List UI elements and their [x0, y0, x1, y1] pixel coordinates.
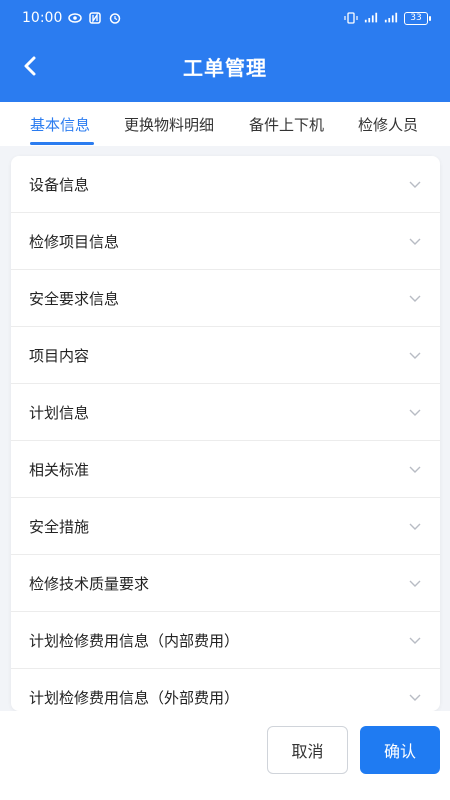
tab-label: 基本信息: [30, 115, 91, 134]
chevron-down-icon: [409, 523, 421, 530]
section-project-info[interactable]: 检修项目信息: [11, 213, 440, 270]
section-project-content[interactable]: 项目内容: [11, 327, 440, 384]
section-label: 设备信息: [29, 175, 90, 194]
cancel-button[interactable]: 取消: [267, 726, 348, 774]
signal-icon-2: [384, 12, 398, 23]
section-quality-requirements[interactable]: 检修技术质量要求: [11, 555, 440, 612]
tab-label: 检修人员: [358, 115, 419, 134]
chevron-down-icon: [409, 238, 421, 245]
section-label: 检修技术质量要求: [29, 574, 150, 593]
section-external-costs[interactable]: 计划检修费用信息（外部费用）: [11, 669, 440, 711]
section-label: 相关标准: [29, 460, 90, 479]
status-bar: 10:00 33: [0, 0, 450, 36]
section-equipment-info[interactable]: 设备信息: [11, 156, 440, 213]
section-safety-requirements[interactable]: 安全要求信息: [11, 270, 440, 327]
section-plan-info[interactable]: 计划信息: [11, 384, 440, 441]
status-time: 10:00: [22, 10, 63, 26]
tab-label: 更换物料明细: [124, 115, 215, 134]
action-footer: 取消 确认: [0, 711, 450, 800]
battery-icon: 33: [404, 11, 431, 25]
alarm-icon: [110, 13, 121, 24]
status-left: 10:00: [22, 10, 122, 26]
section-label: 安全措施: [29, 517, 90, 536]
chevron-down-icon: [409, 694, 421, 701]
chevron-down-icon: [409, 181, 421, 188]
section-related-standards[interactable]: 相关标准: [11, 441, 440, 498]
chevron-down-icon: [409, 580, 421, 587]
chevron-down-icon: [409, 637, 421, 644]
tab-active-indicator: [30, 142, 94, 145]
section-label: 计划检修费用信息（外部费用）: [29, 688, 240, 707]
section-safety-measures[interactable]: 安全措施: [11, 498, 440, 555]
tab-basic-info[interactable]: 基本信息: [30, 102, 90, 146]
tab-label: 备件上下机: [249, 115, 325, 134]
nfc-icon: [89, 12, 102, 24]
chevron-down-icon: [409, 409, 421, 416]
chevron-down-icon: [409, 466, 421, 473]
vibrate-icon: [344, 12, 358, 24]
back-button[interactable]: [14, 48, 46, 84]
signal-icon: [364, 12, 378, 23]
section-label: 计划信息: [29, 403, 90, 422]
section-label: 计划检修费用信息（内部费用）: [29, 631, 240, 650]
tab-material-replacement[interactable]: 更换物料明细: [124, 102, 214, 146]
section-label: 检修项目信息: [29, 232, 120, 251]
battery-level: 33: [410, 13, 422, 23]
confirm-button[interactable]: 确认: [360, 726, 440, 774]
section-internal-costs[interactable]: 计划检修费用信息（内部费用）: [11, 612, 440, 669]
app-header: 10:00 33 工单管理: [0, 0, 450, 102]
section-list: 设备信息 检修项目信息 安全要求信息 项目内容 计划信息 相关标准 安全措施 检…: [11, 156, 440, 711]
status-right: 33: [344, 11, 431, 25]
tab-maintenance-staff[interactable]: 检修人员: [358, 102, 418, 146]
chevron-down-icon: [409, 295, 421, 302]
nav-bar: 工单管理: [0, 36, 450, 96]
chevron-down-icon: [409, 352, 421, 359]
chevron-left-icon: [24, 56, 36, 76]
page-title: 工单管理: [183, 55, 267, 80]
section-label: 安全要求信息: [29, 289, 120, 308]
tab-bar: 基本信息 更换物料明细 备件上下机 检修人员: [0, 102, 450, 146]
section-label: 项目内容: [29, 346, 90, 365]
tab-spare-parts[interactable]: 备件上下机: [249, 102, 324, 146]
eye-icon: [68, 13, 83, 23]
